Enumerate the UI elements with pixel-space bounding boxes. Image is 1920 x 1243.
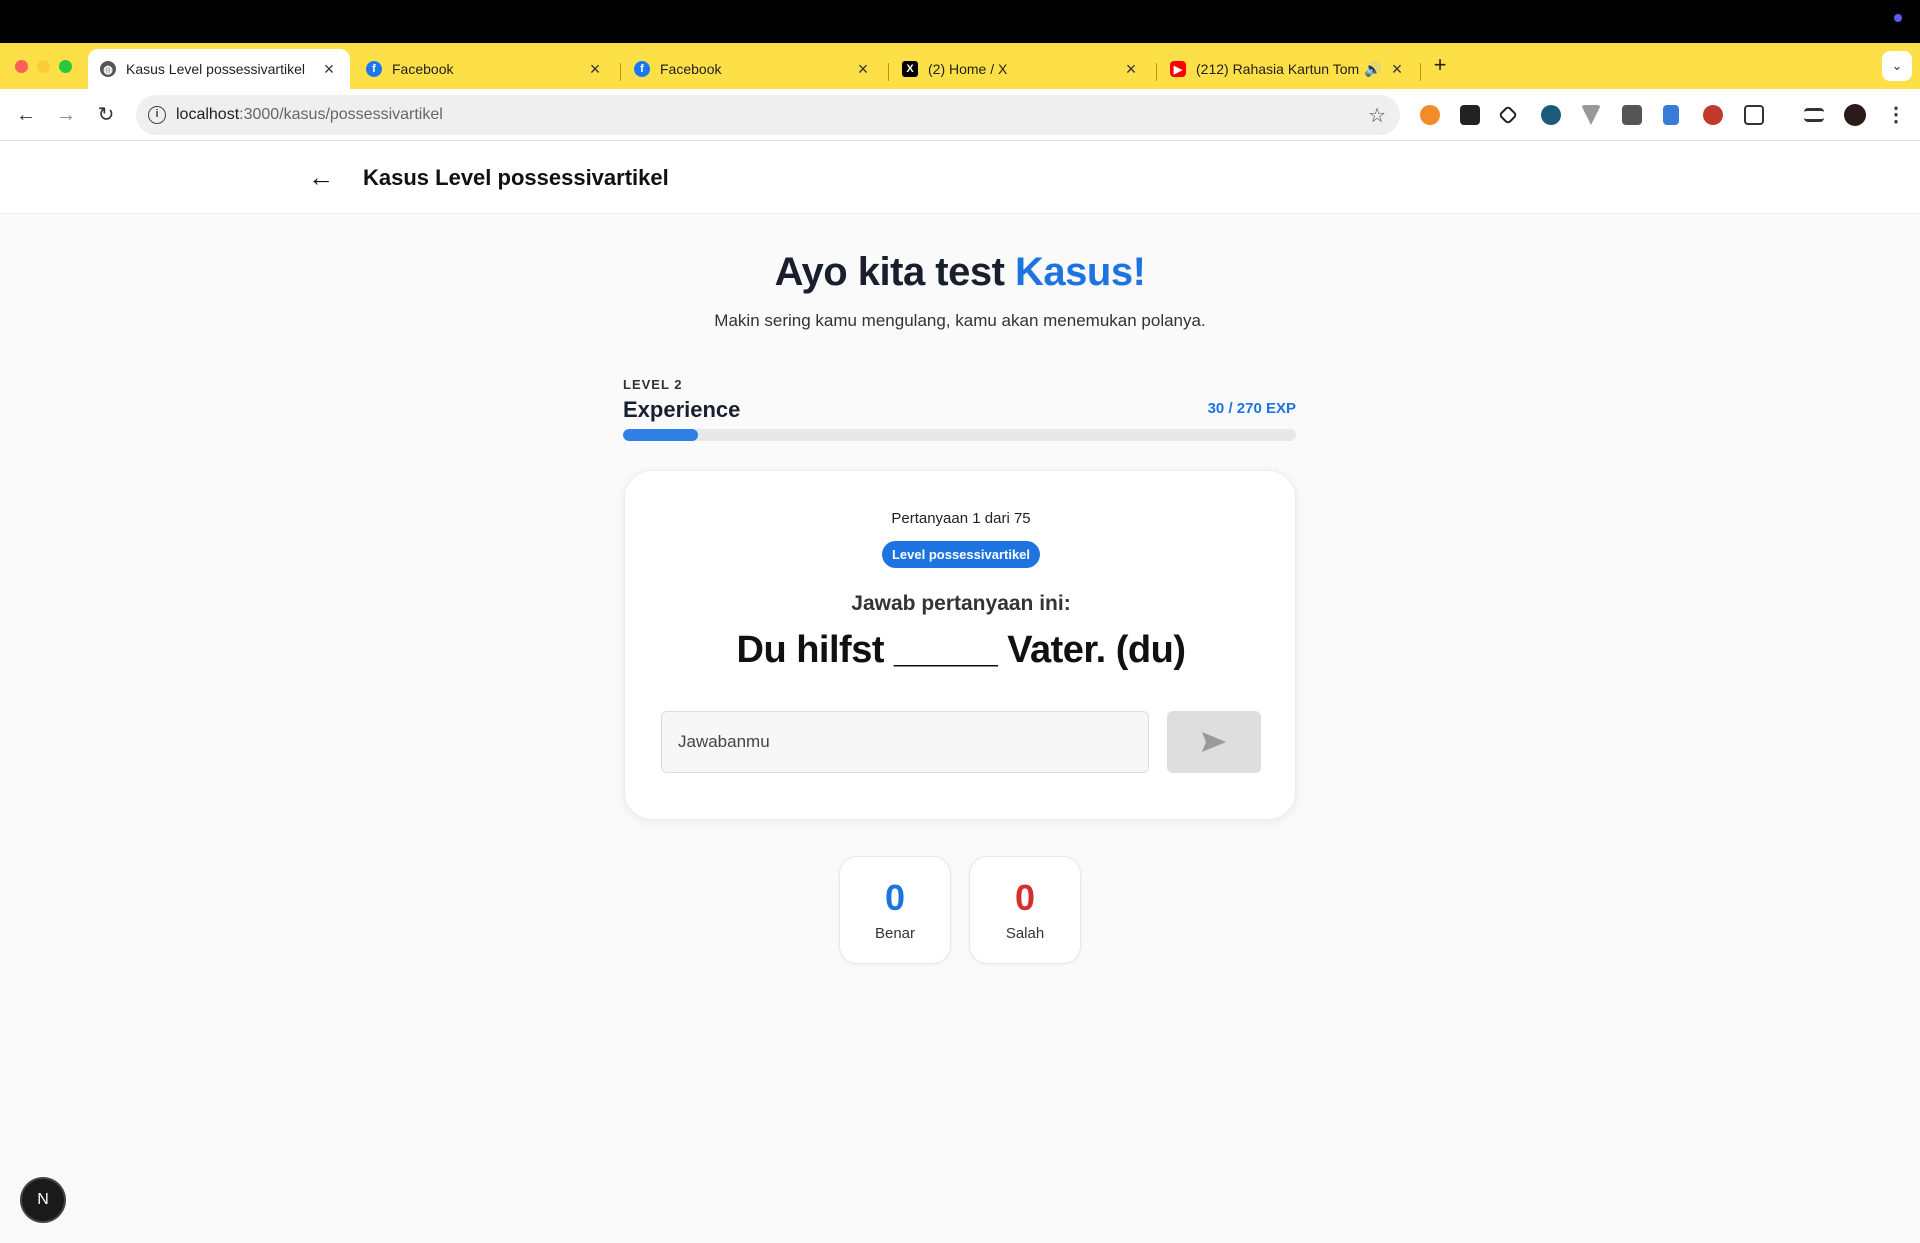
hero-title-accent: Kasus!: [1015, 250, 1146, 294]
tab-divider: [620, 63, 621, 81]
facebook-icon: f: [366, 61, 382, 77]
browser-menu-icon[interactable]: ⋮: [1882, 101, 1910, 129]
page-title: Kasus Level possessivartikel: [363, 165, 669, 190]
x-icon: X: [902, 61, 918, 77]
globe-icon: ◍: [100, 61, 116, 77]
tab-divider: [1156, 63, 1157, 81]
media-controls-icon[interactable]: [1804, 108, 1824, 122]
minimize-window-button[interactable]: [37, 60, 50, 73]
vue-extension-icon[interactable]: [1581, 105, 1601, 125]
tab-divider: [1420, 63, 1421, 81]
youtube-icon: ▶: [1170, 61, 1186, 77]
browser-tab[interactable]: ▶ (212) Rahasia Kartun Tom 🔊 ×: [1158, 49, 1418, 89]
quiz-card: Pertanyaan 1 dari 75 Level possessivarti…: [624, 470, 1296, 820]
wrong-score-card: 0 Salah: [969, 856, 1081, 964]
browser-tab[interactable]: f Facebook ×: [354, 49, 616, 89]
question-counter: Pertanyaan 1 dari 75: [891, 510, 1031, 527]
answer-input[interactable]: [661, 711, 1149, 773]
tab-title: (2) Home / X: [928, 61, 1008, 77]
extension-icon[interactable]: [1663, 105, 1679, 125]
send-icon: [1202, 732, 1226, 752]
pen-extension-icon[interactable]: [1498, 105, 1518, 125]
close-tab-icon[interactable]: ×: [1388, 59, 1406, 80]
system-menu-bar: [0, 0, 1920, 43]
browser-toolbar: ← → ↻ i localhost:3000/kasus/possessivar…: [0, 89, 1920, 141]
question-prompt: Jawab pertanyaan ini:: [851, 592, 1071, 615]
tab-title: Kasus Level possessivartikel: [126, 61, 305, 77]
extension-icon[interactable]: [1460, 105, 1480, 125]
tab-title: Facebook: [392, 61, 454, 77]
profile-avatar[interactable]: [1844, 104, 1866, 126]
site-info-icon[interactable]: i: [148, 106, 166, 124]
maximize-window-button[interactable]: [59, 60, 72, 73]
facebook-icon: f: [634, 61, 650, 77]
close-tab-icon[interactable]: ×: [320, 59, 338, 80]
url-text: localhost:3000/kasus/possessivartikel: [176, 106, 443, 124]
exp-progress-fill: [623, 429, 698, 441]
wrong-label: Salah: [1005, 925, 1045, 942]
hero-subtitle: Makin sering kamu mengulang, kamu akan m…: [714, 311, 1206, 330]
close-window-button[interactable]: [15, 60, 28, 73]
close-tab-icon[interactable]: ×: [586, 59, 604, 80]
hero-title: Ayo kita test Kasus!: [0, 250, 1920, 295]
tab-title: Facebook: [660, 61, 722, 77]
exp-counter: 30 / 270 EXP: [1207, 400, 1296, 417]
back-button[interactable]: ←: [12, 101, 40, 129]
nextjs-dev-badge[interactable]: N: [22, 1179, 64, 1221]
extensions-puzzle-icon[interactable]: [1744, 105, 1764, 125]
wrong-count: 0: [1014, 877, 1036, 918]
address-bar[interactable]: i localhost:3000/kasus/possessivartikel …: [136, 95, 1400, 135]
page-header: ← Kasus Level possessivartikel: [0, 141, 1920, 214]
level-name: Experience: [623, 397, 741, 422]
close-tab-icon[interactable]: ×: [1122, 59, 1140, 80]
extension-icon[interactable]: [1420, 105, 1440, 125]
bookmark-star-icon[interactable]: ☆: [1368, 103, 1386, 128]
submit-answer-button[interactable]: [1167, 711, 1261, 773]
correct-label: Benar: [874, 925, 916, 942]
browser-tab[interactable]: ◍ Kasus Level possessivartikel ×: [88, 49, 350, 89]
level-badge: Level possessivartikel: [881, 541, 1041, 568]
tab-search-button[interactable]: ⌄: [1882, 51, 1912, 81]
correct-score-card: 0 Benar: [839, 856, 951, 964]
status-indicator-icon: [1894, 14, 1902, 22]
level-label: LEVEL 2: [623, 377, 683, 392]
browser-tab[interactable]: f Facebook ×: [622, 49, 884, 89]
url-path: :3000/kasus/possessivartikel: [239, 106, 443, 123]
hero-title-main: Ayo kita test: [774, 250, 1016, 294]
tab-divider: [888, 63, 889, 81]
new-tab-button[interactable]: +: [1428, 53, 1452, 77]
reload-button[interactable]: ↻: [92, 101, 120, 129]
browser-tab[interactable]: X (2) Home / X ×: [890, 49, 1152, 89]
tab-title: (212) Rahasia Kartun Tom: [1196, 61, 1360, 77]
correct-count: 0: [884, 877, 906, 918]
url-host: localhost: [176, 106, 240, 123]
extension-icon[interactable]: [1622, 105, 1642, 125]
audio-playing-icon[interactable]: 🔊: [1364, 61, 1382, 78]
back-arrow-icon[interactable]: ←: [308, 163, 336, 191]
extension-icon[interactable]: [1541, 105, 1561, 125]
question-text: Du hilfst _____ Vater. (du): [736, 629, 1186, 671]
browser-tabstrip: ◍ Kasus Level possessivartikel × f Faceb…: [0, 43, 1920, 89]
exp-progress-bar: [623, 429, 1296, 441]
forward-button[interactable]: →: [52, 101, 80, 129]
close-tab-icon[interactable]: ×: [854, 59, 872, 80]
extension-icon[interactable]: [1703, 105, 1723, 125]
